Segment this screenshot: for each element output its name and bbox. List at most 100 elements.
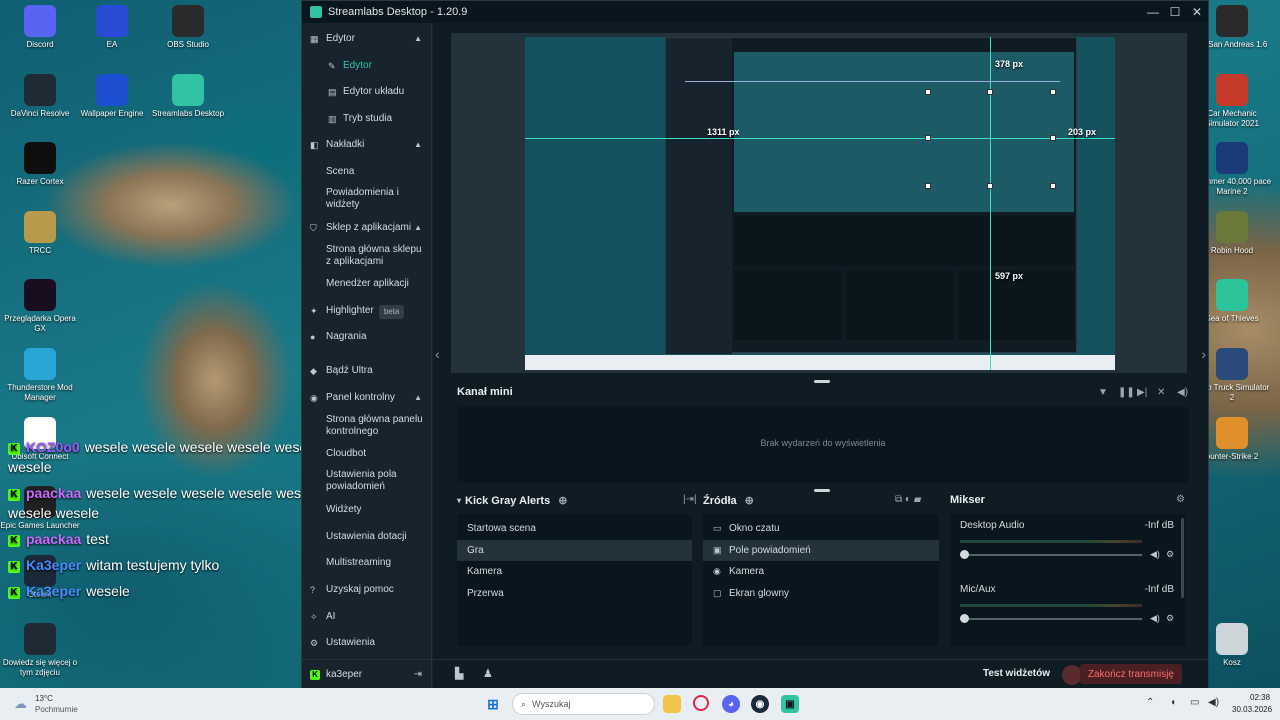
sidebar-item-dashboard-home[interactable]: Strona główna panelu kontrolnego [302,414,432,438]
scene-preview[interactable]: 378 px 1311 px 203 px 597 px [451,33,1187,373]
preview-canvas[interactable]: 378 px 1311 px 203 px 597 px [525,37,1115,370]
ultra-icon: ◆ [310,366,317,376]
desktop-icon[interactable]: Streamlabs Desktop [148,74,228,119]
skip-icon[interactable]: ▶| [1137,387,1147,398]
clock-time[interactable]: 02:38 [1250,693,1270,702]
resize-handle[interactable] [814,489,830,492]
sidebar-item-ai[interactable]: ✧ AI [302,611,432,623]
maximize-button[interactable]: ☐ [1164,5,1186,19]
opera-gx-icon[interactable] [693,695,709,711]
desktop-icon[interactable]: Razer Cortex [0,142,80,187]
sidebar-item-ultra[interactable]: ◆ Bądź Ultra [302,365,432,377]
sidebar-item-widgets[interactable]: Widżety [302,504,432,516]
desktop-icon[interactable]: Thunderstore Mod Manager [0,348,80,403]
close-button[interactable]: ✕ [1186,5,1208,19]
info-icon [24,623,56,655]
steam-icon[interactable]: ◉ [751,695,769,713]
desktop-icon-label: Thunderstore Mod Manager [7,383,73,402]
notifications-icon[interactable]: ♟ [483,667,493,680]
chat-line: K Ka3eper wesele [8,581,328,601]
source-item[interactable]: ▢ Ekran glowny [703,583,939,604]
add-scene-icon[interactable]: ⊕ [558,494,567,507]
speaker-icon[interactable]: ◀) [1150,549,1160,560]
logout-icon[interactable]: ⇥ [414,669,422,680]
minimize-button[interactable]: — [1142,5,1164,19]
chevron-left-icon[interactable]: ‹ [435,346,440,362]
mute-alerts-icon[interactable]: ✕ [1157,387,1165,398]
gear-icon[interactable]: ⚙ [1166,549,1174,560]
resize-handle[interactable] [814,380,830,383]
sidebar-item-alertbox-settings[interactable]: Ustawienia pola powiadomień [302,469,432,493]
performance-icon[interactable]: ▙ [455,667,463,680]
volume-icon[interactable]: ◀) [1177,387,1188,398]
discord-icon[interactable]: ◕ [722,695,740,713]
sidebar-group-label: Panel kontrolny [326,392,395,403]
speaker-icon[interactable]: ◀) [1150,613,1160,624]
scene-item[interactable]: Kamera [457,561,692,582]
source-item[interactable]: ▣ Pole powiadomień [703,539,939,561]
weather-icon[interactable]: ☁ [14,696,27,712]
desktop-icon[interactable]: Wallpaper Engine [72,74,152,119]
taskbar-search[interactable]: ⌕ Wyszukaj [512,693,655,715]
sidebar-item-recordings[interactable]: ● Nagrania [302,331,432,343]
add-source-icon[interactable]: ⊕ [745,494,754,507]
sidebar-item-store-home[interactable]: Strona główna sklepu z aplikacjami [302,244,432,268]
sidebar-group-overlays[interactable]: ◧ Nakładki ▲ [302,139,432,151]
chat-message: witam testujemy tylko [86,557,220,573]
sidebar-item-app-manager[interactable]: Menedżer aplikacji [302,278,432,290]
sidebar-item-settings[interactable]: ⚙ Ustawienia [302,637,432,649]
sidebar-group-editor[interactable]: ▦ Edytor ▲ [302,33,432,45]
test-widgets-button[interactable]: Test widżetów [983,668,1050,679]
file-explorer-icon[interactable] [663,695,681,713]
sidebar-group-store[interactable]: ⛉ Sklep z aplikacjami ▲ [302,222,432,234]
sidebar-item-donation-settings[interactable]: Ustawienia dotacji [302,531,432,543]
sidebar-item-alerts-widgets[interactable]: Powiadomienia i widżety [302,187,432,211]
sidebar-item-help[interactable]: ? Uzyskaj pomoc [302,584,432,596]
scene-item[interactable]: Gra [457,539,692,561]
sidebar-item-editor[interactable]: ✎ Edytor [302,60,432,72]
layout-icon: ▤ [328,87,337,97]
chevron-up-icon[interactable]: ⌃ [1146,697,1154,708]
streamlabs-icon[interactable]: ▣ [781,695,799,713]
sidebar-item-scene[interactable]: Scena [302,166,432,178]
scene-item[interactable]: Przerwa [457,583,692,604]
desktop-icon[interactable]: Dowiedz się więcej o tym zdjęciu [0,623,80,678]
end-stream-button[interactable]: Zakończ transmisję [1079,664,1182,684]
mic-icon[interactable]: ◖ [1170,697,1176,708]
scene-item[interactable]: Startowa scena [457,518,692,539]
scrollbar[interactable] [1181,518,1184,598]
desktop-icon[interactable]: Discord [0,5,80,50]
gear-icon[interactable]: ⚙ [1176,494,1185,505]
scene-transition-icon[interactable]: |⇥| [683,494,697,505]
desktop-icon[interactable]: DaVinci Resolve [0,74,80,119]
source-item[interactable]: ◉ Kamera [703,561,939,582]
pause-icon[interactable]: ❚❚ [1118,387,1135,398]
scenes-title[interactable]: ▾ Kick Gray Alerts ⊕ [457,494,567,508]
clock-date[interactable]: 30.03.2026 [1232,705,1272,714]
sidebar-item-highlighter[interactable]: ✦ Highlighter beta [302,305,432,319]
volume-slider[interactable] [960,554,1142,556]
sidebar-item-studio-mode[interactable]: ▥ Tryb studia [302,113,432,125]
source-tools-icon[interactable]: ⧉ ◐ ▰ [895,494,921,505]
desktop-icon[interactable]: OBS Studio [148,5,228,50]
windows-start-icon[interactable]: ⊞ [484,695,502,713]
volume-icon[interactable]: ◀) [1208,697,1219,708]
account-footer[interactable]: K ka3eper ⇥ [302,659,432,689]
desktop-icon[interactable]: TRCC [0,211,80,256]
volume-knob[interactable] [960,614,969,623]
window-title: Streamlabs Desktop - 1.20.9 [328,6,468,18]
desktop-icon[interactable]: Przeglądarka Opera GX [0,279,80,334]
desktop-icon[interactable]: EA [72,5,152,50]
sidebar-group-dashboard[interactable]: ◉ Panel kontrolny ▲ [302,392,432,404]
volume-knob[interactable] [960,550,969,559]
chevron-up-icon: ▲ [414,223,422,232]
filter-icon[interactable]: ▼ [1098,387,1108,398]
sidebar-item-layout-editor[interactable]: ▤ Edytor układu [302,86,432,98]
gear-icon[interactable]: ⚙ [1166,613,1174,624]
chevron-right-icon[interactable]: › [1201,346,1206,362]
sidebar-item-multistreaming[interactable]: Multistreaming [302,557,432,569]
source-item[interactable]: ▭ Okno czatu [703,518,939,539]
sidebar-item-cloudbot[interactable]: Cloudbot [302,448,432,460]
volume-slider[interactable] [960,618,1142,620]
network-icon[interactable]: ▭ [1190,697,1199,708]
